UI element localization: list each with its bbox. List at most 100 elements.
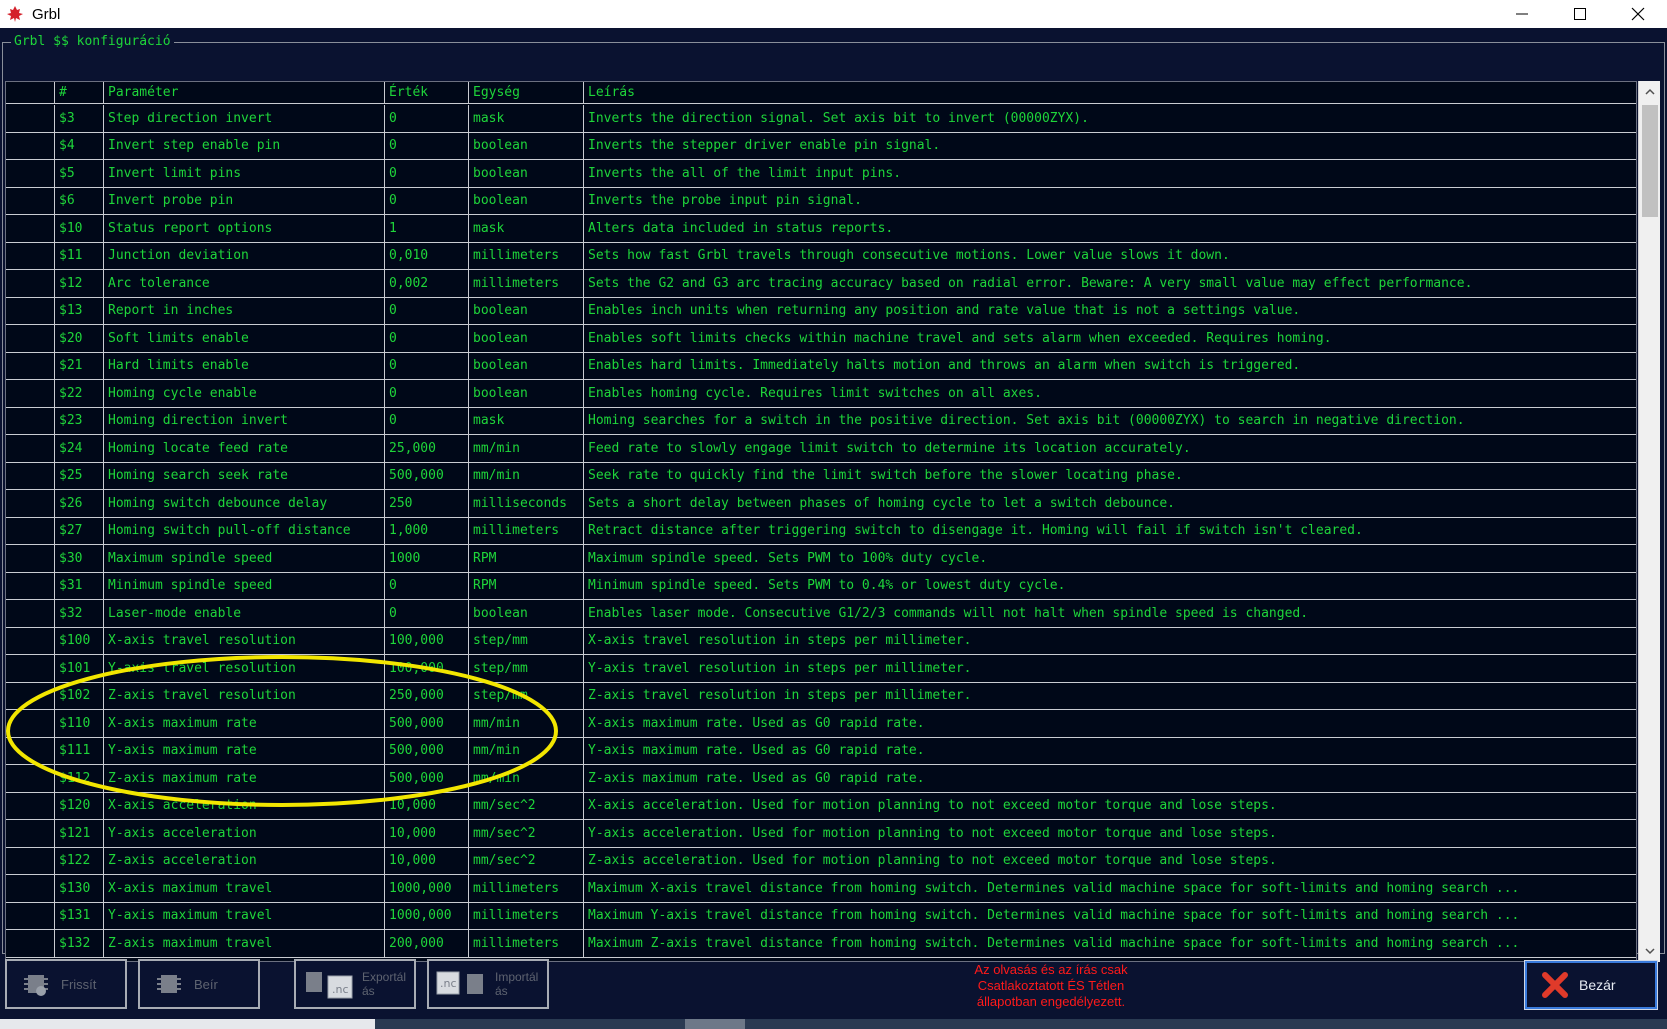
row-selector[interactable] — [6, 380, 55, 407]
row-selector[interactable] — [6, 490, 55, 517]
table-row[interactable]: $31 Minimum spindle speed 0 RPM Minimum spin… — [6, 572, 1636, 600]
row-selector[interactable] — [6, 875, 55, 902]
cell-value[interactable]: 0 — [385, 600, 469, 627]
header-unit[interactable]: Egység — [469, 82, 584, 103]
scroll-thumb[interactable] — [1642, 105, 1658, 217]
cell-value[interactable]: 0 — [385, 407, 469, 434]
table-row[interactable]: $122 Z-axis acceleration 10,000 mm/sec^2 Z-a… — [6, 847, 1636, 875]
table-row[interactable]: $111 Y-axis maximum rate 500,000 mm/min Y-ax… — [6, 737, 1636, 765]
scroll-up-button[interactable] — [1639, 81, 1661, 103]
cell-value[interactable]: 0 — [385, 105, 469, 132]
row-selector[interactable] — [6, 132, 55, 159]
row-selector[interactable] — [6, 820, 55, 847]
table-row[interactable]: $112 Z-axis maximum rate 500,000 mm/min Z-ax… — [6, 765, 1636, 793]
cell-value[interactable]: 0 — [385, 160, 469, 187]
row-selector[interactable] — [6, 627, 55, 654]
cell-value[interactable]: 100,000 — [385, 627, 469, 654]
cell-value[interactable]: 0 — [385, 380, 469, 407]
cell-value[interactable]: 10,000 — [385, 847, 469, 874]
cell-value[interactable]: 1000 — [385, 545, 469, 572]
cell-value[interactable]: 500,000 — [385, 710, 469, 737]
table-row[interactable]: $25 Homing search seek rate 500,000 mm/min S… — [6, 462, 1636, 490]
row-selector[interactable] — [6, 655, 55, 682]
table-row[interactable]: $5 Invert limit pins 0 boolean Inverts the a… — [6, 160, 1636, 188]
row-selector[interactable] — [6, 242, 55, 269]
cell-value[interactable]: 1000,000 — [385, 875, 469, 902]
row-selector[interactable] — [6, 930, 55, 957]
cell-value[interactable]: 0 — [385, 572, 469, 599]
cell-value[interactable]: 1,000 — [385, 517, 469, 544]
maximize-button[interactable] — [1551, 0, 1609, 28]
header-param[interactable]: Paraméter — [104, 82, 385, 103]
config-grid[interactable]: # Paraméter Érték Egység Leírás $3 Step d… — [5, 81, 1637, 962]
import-button[interactable]: .nc Importál ás — [427, 959, 549, 1009]
row-selector[interactable] — [6, 462, 55, 489]
row-selector[interactable] — [6, 517, 55, 544]
row-selector[interactable] — [6, 600, 55, 627]
row-selector[interactable] — [6, 737, 55, 764]
row-selector[interactable] — [6, 682, 55, 709]
table-row[interactable]: $30 Maximum spindle speed 1000 RPM Maximum s… — [6, 545, 1636, 573]
write-button[interactable]: Beír — [138, 959, 260, 1009]
close-button[interactable]: Bezár — [1524, 960, 1658, 1010]
cell-value[interactable]: 0,010 — [385, 242, 469, 269]
table-row[interactable]: $12 Arc tolerance 0,002 millimeters Sets the… — [6, 270, 1636, 298]
header-num[interactable]: # — [55, 82, 104, 103]
row-selector[interactable] — [6, 325, 55, 352]
row-selector[interactable] — [6, 435, 55, 462]
row-selector[interactable] — [6, 545, 55, 572]
cell-value[interactable]: 0 — [385, 132, 469, 159]
table-row[interactable]: $21 Hard limits enable 0 boolean Enables har… — [6, 352, 1636, 380]
table-row[interactable]: $132 Z-axis maximum travel 200,000 millimet… — [6, 930, 1636, 958]
export-button[interactable]: .nc Exportál ás — [294, 959, 416, 1009]
cell-value[interactable]: 0 — [385, 352, 469, 379]
cell-value[interactable]: 500,000 — [385, 737, 469, 764]
table-row[interactable]: $110 X-axis maximum rate 500,000 mm/min X-ax… — [6, 710, 1636, 738]
cell-value[interactable]: 10,000 — [385, 820, 469, 847]
table-row[interactable]: $102 Z-axis travel resolution 250,000 step/… — [6, 682, 1636, 710]
table-row[interactable]: $101 Y-axis travel resolution 100,000 step/… — [6, 655, 1636, 683]
row-selector[interactable] — [6, 710, 55, 737]
table-row[interactable]: $121 Y-axis acceleration 10,000 mm/sec^2 Y-a… — [6, 820, 1636, 848]
table-row[interactable]: $23 Homing direction invert 0 mask Homing se… — [6, 407, 1636, 435]
table-row[interactable]: $6 Invert probe pin 0 boolean Inverts the pr… — [6, 187, 1636, 215]
row-selector[interactable] — [6, 792, 55, 819]
header-desc[interactable]: Leírás — [584, 82, 1636, 103]
table-row[interactable]: $26 Homing switch debounce delay 250 millis… — [6, 490, 1636, 518]
table-row[interactable]: $120 X-axis acceleration 10,000 mm/sec^2 X-a… — [6, 792, 1636, 820]
table-row[interactable]: $3 Step direction invert 0 mask Inverts the … — [6, 105, 1636, 133]
cell-value[interactable]: 25,000 — [385, 435, 469, 462]
cell-value[interactable]: 1000,000 — [385, 902, 469, 929]
table-row[interactable]: $131 Y-axis maximum travel 1000,000 millime… — [6, 902, 1636, 930]
table-row[interactable]: $130 X-axis maximum travel 1000,000 millime… — [6, 875, 1636, 903]
cell-value[interactable]: 200,000 — [385, 930, 469, 957]
row-selector[interactable] — [6, 215, 55, 242]
table-row[interactable]: $32 Laser-mode enable 0 boolean Enables lase… — [6, 600, 1636, 628]
row-selector[interactable] — [6, 187, 55, 214]
row-selector[interactable] — [6, 105, 55, 132]
table-row[interactable]: $13 Report in inches 0 boolean Enables inch … — [6, 297, 1636, 325]
cell-value[interactable]: 0,002 — [385, 270, 469, 297]
cell-value[interactable]: 250,000 — [385, 682, 469, 709]
table-row[interactable]: $24 Homing locate feed rate 25,000 mm/min Fe… — [6, 435, 1636, 463]
cell-value[interactable]: 0 — [385, 297, 469, 324]
row-selector[interactable] — [6, 847, 55, 874]
vertical-scrollbar[interactable] — [1638, 81, 1660, 962]
cell-value[interactable]: 500,000 — [385, 765, 469, 792]
row-selector[interactable] — [6, 352, 55, 379]
row-selector[interactable] — [6, 572, 55, 599]
close-window-button[interactable] — [1609, 0, 1667, 28]
table-row[interactable]: $27 Homing switch pull-off distance 1,000 m… — [6, 517, 1636, 545]
table-row[interactable]: $11 Junction deviation 0,010 millimeters Set… — [6, 242, 1636, 270]
table-row[interactable]: $10 Status report options 1 mask Alters data… — [6, 215, 1636, 243]
cell-value[interactable]: 1 — [385, 215, 469, 242]
cell-value[interactable]: 250 — [385, 490, 469, 517]
row-selector[interactable] — [6, 270, 55, 297]
row-selector[interactable] — [6, 160, 55, 187]
row-selector[interactable] — [6, 902, 55, 929]
cell-value[interactable]: 0 — [385, 187, 469, 214]
refresh-button[interactable]: Frissít — [5, 959, 127, 1009]
header-value[interactable]: Érték — [385, 82, 469, 103]
table-row[interactable]: $100 X-axis travel resolution 100,000 step/… — [6, 627, 1636, 655]
minimize-button[interactable] — [1493, 0, 1551, 28]
